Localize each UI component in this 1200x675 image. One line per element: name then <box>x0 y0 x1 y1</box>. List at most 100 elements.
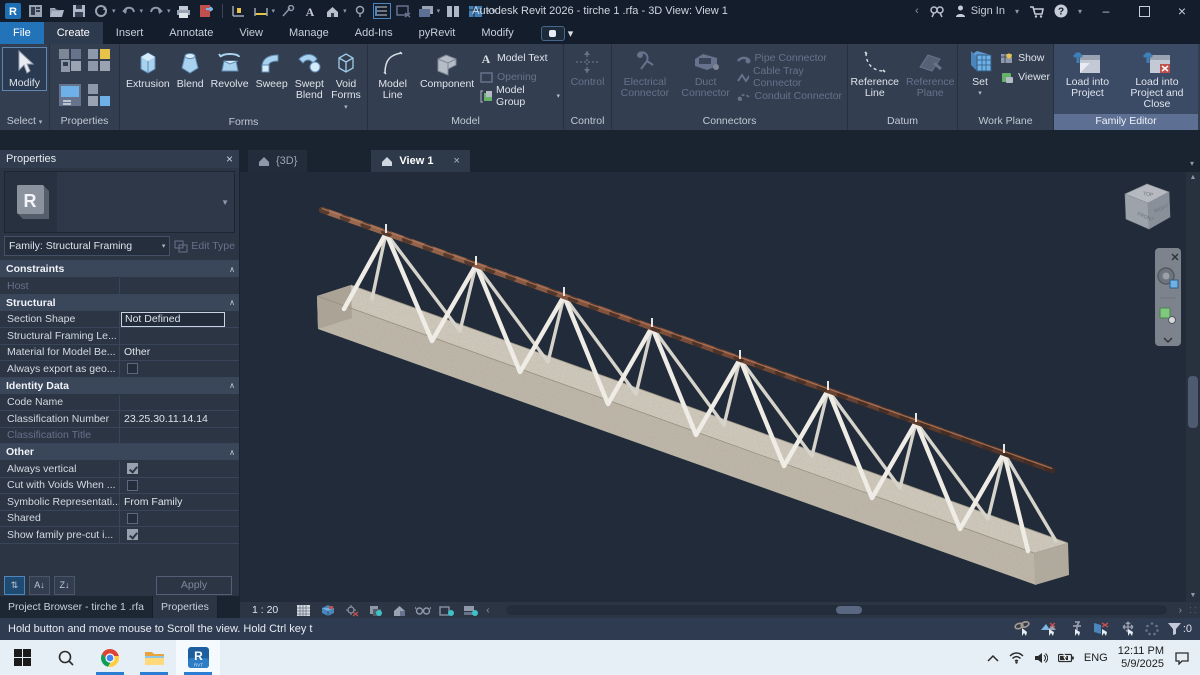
battery-icon[interactable] <box>1057 652 1074 663</box>
shadows-icon[interactable] <box>366 603 384 617</box>
component-button[interactable]: Component <box>415 47 479 92</box>
close-hidden-windows-icon[interactable] <box>395 3 413 19</box>
minimize-button[interactable]: – <box>1092 1 1120 21</box>
help-dropdown-icon[interactable]: ▾ <box>1078 7 1082 16</box>
extrusion-button[interactable]: Extrusion <box>123 47 173 92</box>
lock-3d-view-icon[interactable] <box>390 603 408 617</box>
store-icon[interactable] <box>1029 5 1044 18</box>
measure-icon[interactable] <box>230 3 248 19</box>
open-icon[interactable] <box>48 3 66 19</box>
show-workplane-button[interactable]: Show <box>1000 50 1050 66</box>
visual-style-icon[interactable] <box>318 603 336 617</box>
collapse-section-icon[interactable]: ∧ <box>229 298 235 307</box>
tray-chevron-icon[interactable] <box>987 654 999 662</box>
truss-web-back[interactable] <box>370 231 1058 543</box>
modify-button[interactable]: Modify <box>2 47 47 91</box>
set-workplane-button[interactable]: Set ▾ <box>961 47 999 101</box>
sort-default-button[interactable]: ⇅ <box>4 575 25 595</box>
panel-label-forms[interactable]: Forms <box>120 115 367 130</box>
panel-label-select[interactable]: Select ▾ <box>0 114 49 130</box>
tab-addins[interactable]: Add-Ins <box>342 22 406 44</box>
opening-button[interactable]: Opening <box>480 69 560 85</box>
property-value[interactable] <box>120 395 239 411</box>
panel-label-control[interactable]: Control <box>564 114 611 130</box>
background-processes-icon[interactable] <box>1144 621 1160 637</box>
detail-level-icon[interactable] <box>294 603 312 617</box>
void-forms-dropdown-icon[interactable]: ▾ <box>344 104 348 111</box>
volume-icon[interactable] <box>1034 652 1048 664</box>
temporary-view-properties-icon[interactable] <box>462 603 480 617</box>
navigation-bar[interactable] <box>1155 248 1181 346</box>
load-into-project-close-button[interactable]: Load into Project and Close <box>1119 47 1195 112</box>
text-icon[interactable]: A <box>301 3 319 19</box>
property-value[interactable]: Other <box>120 345 239 361</box>
reference-line-button[interactable]: Reference Line <box>848 47 902 101</box>
help-icon[interactable]: ? <box>1054 4 1068 18</box>
sort-descending-button[interactable]: Z↓ <box>54 575 75 595</box>
checkbox-checked[interactable] <box>127 529 138 541</box>
property-value[interactable]: 23.25.30.11.14.14 <box>120 411 239 427</box>
redo-dropdown-icon[interactable]: ▾ <box>167 7 171 15</box>
duct-connector-button[interactable]: Duct Connector <box>676 47 736 101</box>
property-value[interactable] <box>120 461 239 477</box>
tag-icon[interactable] <box>279 3 297 19</box>
panel-label-family-editor[interactable]: Family Editor <box>1054 114 1198 130</box>
tab-create[interactable]: Create <box>43 22 103 44</box>
vcb-collapse-icon[interactable]: ‹ <box>486 605 493 616</box>
notification-icon[interactable] <box>1174 651 1190 665</box>
print-icon[interactable] <box>175 3 193 19</box>
ribbon-toggle-dropdown-icon[interactable]: ▾ <box>568 27 574 40</box>
pipe-connector-button[interactable]: Pipe Connector <box>736 50 845 66</box>
checkbox-checked[interactable] <box>127 463 138 475</box>
property-value[interactable] <box>120 328 239 344</box>
close-view-tab-icon[interactable]: × <box>453 155 459 167</box>
resize-grip[interactable]: ⸬ <box>1186 602 1200 618</box>
select-underlay-elements-icon[interactable] <box>1040 621 1060 637</box>
default-3d-view-icon[interactable] <box>323 3 341 19</box>
scroll-right-icon[interactable]: › <box>1179 605 1186 616</box>
apply-button[interactable]: Apply <box>156 575 232 595</box>
swept-blend-button[interactable]: Swept Blend <box>292 47 327 103</box>
control-button[interactable]: Control <box>568 47 608 90</box>
select-links-icon[interactable] <box>1013 621 1033 637</box>
project-browser-icon[interactable] <box>26 3 44 19</box>
section-header[interactable]: Identity Data ∧ <box>0 377 239 395</box>
tab-view[interactable]: View <box>226 22 276 44</box>
collapse-section-icon[interactable]: ∧ <box>229 381 235 390</box>
switch-windows-dropdown-icon[interactable]: ▾ <box>437 7 441 15</box>
collapse-section-icon[interactable]: ∧ <box>229 448 235 457</box>
signin-dropdown-icon[interactable]: ▾ <box>1015 7 1019 16</box>
panel-label-workplane[interactable]: Work Plane <box>958 114 1053 130</box>
chrome-taskbar-button[interactable] <box>88 640 132 675</box>
tile-views-icon[interactable] <box>444 3 462 19</box>
drawing-area[interactable]: FRONT RIGHT TOP <box>240 172 1186 602</box>
ribbon-display-toggle[interactable]: ▾ <box>540 22 574 44</box>
select-pinned-elements-icon[interactable] <box>1067 621 1085 637</box>
scroll-left-icon[interactable]: ‹ <box>915 5 919 17</box>
model-group-dropdown-icon[interactable]: ▾ <box>556 92 560 100</box>
temporary-hide-isolate-icon[interactable] <box>414 603 432 617</box>
undo-dropdown-icon[interactable]: ▾ <box>140 7 144 15</box>
model-text-button[interactable]: A Model Text <box>480 50 560 66</box>
property-value[interactable] <box>120 428 239 444</box>
checkbox-unchecked[interactable] <box>127 512 138 524</box>
switch-windows-icon[interactable] <box>417 3 435 19</box>
drag-elements-on-selection-icon[interactable] <box>1119 621 1137 637</box>
vertical-scroll-thumb[interactable] <box>1188 376 1198 428</box>
export-icon[interactable] <box>197 3 215 19</box>
thin-lines-icon[interactable] <box>372 3 391 19</box>
properties-close-icon[interactable]: × <box>226 152 233 166</box>
horizontal-scrollbar[interactable] <box>505 605 1167 615</box>
tab-file[interactable]: File <box>0 22 44 44</box>
checkbox-unchecked[interactable] <box>127 363 138 375</box>
type-selector-dropdown-icon[interactable]: ▼ <box>221 198 229 207</box>
edit-type-button[interactable]: Edit Type <box>174 240 235 253</box>
3d-view-dropdown-icon[interactable]: ▾ <box>343 7 347 15</box>
dimension-dropdown-icon[interactable]: ▾ <box>272 7 276 15</box>
property-value[interactable] <box>120 278 239 294</box>
tab-insert[interactable]: Insert <box>103 22 157 44</box>
section-header[interactable]: Other ∧ <box>0 444 239 461</box>
type-selector[interactable]: R ▼ <box>4 171 235 233</box>
sort-ascending-button[interactable]: A↓ <box>29 575 50 595</box>
property-value[interactable] <box>120 361 239 377</box>
